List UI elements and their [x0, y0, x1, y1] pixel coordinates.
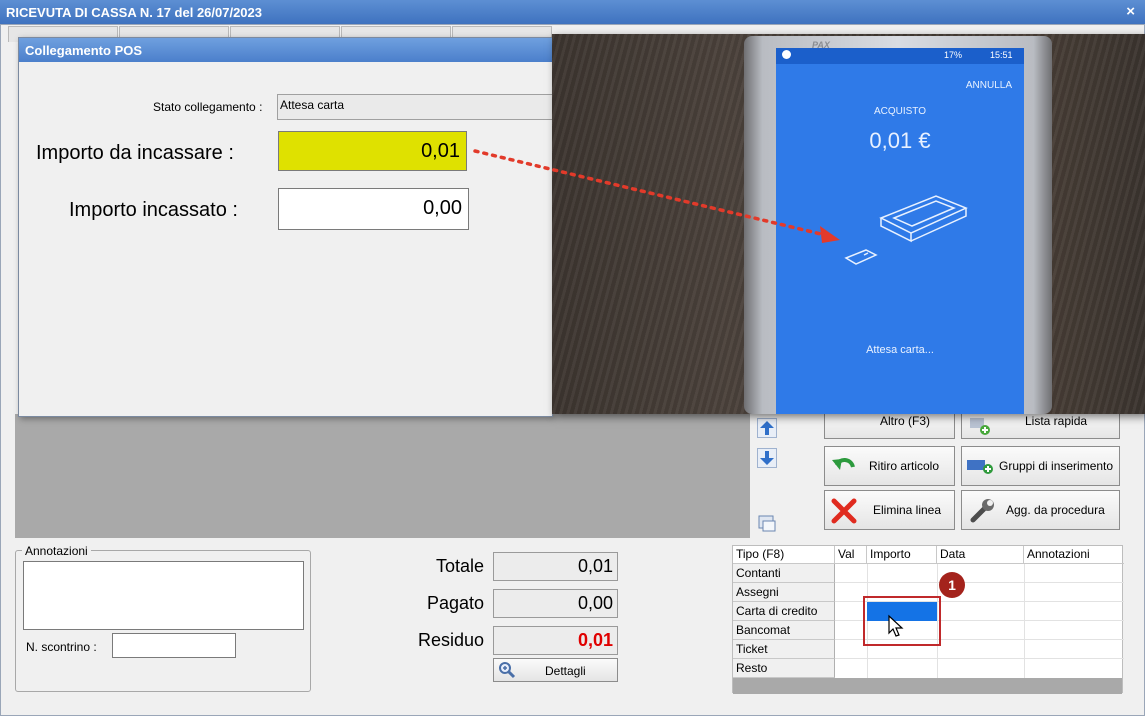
- lista-rapida-button-label: Lista rapida: [1025, 414, 1088, 428]
- status-dot-icon: [782, 50, 791, 59]
- annulla-link[interactable]: ANNULLA: [966, 80, 1012, 91]
- pagato-label: Pagato: [426, 593, 484, 613]
- residuo-value: 0,01: [493, 626, 618, 655]
- grid-header-importo[interactable]: Importo: [867, 546, 937, 564]
- grid-header-tipo[interactable]: Tipo (F8): [733, 546, 835, 564]
- annotazioni-textarea[interactable]: [23, 561, 304, 630]
- close-icon[interactable]: ×: [1126, 3, 1135, 20]
- undo-arrow-icon: [832, 458, 855, 470]
- phone-statusbar: 17% 15:51: [776, 48, 1024, 64]
- contactless-terminal-icon: [844, 195, 968, 265]
- wrench-icon: [970, 499, 994, 523]
- scontrino-label: N. scontrino :: [26, 640, 97, 654]
- gruppi-inserimento-button-label: Gruppi di inserimento: [999, 459, 1114, 473]
- totale-label: Totale: [435, 556, 484, 576]
- totale-value: 0,01: [493, 552, 618, 581]
- dettagli-button[interactable]: Dettagli: [493, 658, 618, 682]
- battery-percent: 17%: [944, 50, 963, 60]
- arrow-up-icon: [760, 421, 774, 435]
- importo-incassato-field[interactable]: 0,00: [278, 188, 469, 230]
- attesa-carta-message: Attesa carta...: [866, 344, 934, 356]
- acquisto-label: ACQUISTO: [873, 106, 927, 117]
- items-list-area: [15, 414, 750, 538]
- gruppi-inserimento-button[interactable]: Gruppi di inserimento: [961, 446, 1120, 486]
- delete-x-icon: [831, 498, 857, 524]
- residuo-label: Residuo: [417, 630, 484, 650]
- grid-footer: [733, 678, 1122, 694]
- pagato-value: 0,00: [493, 589, 618, 618]
- lista-rapida-button[interactable]: Lista rapida: [961, 411, 1120, 439]
- altro-button-label: Altro (F3): [880, 414, 931, 428]
- agg-procedura-button[interactable]: Agg. da procedura: [961, 490, 1120, 530]
- elimina-linea-button[interactable]: Elimina linea: [824, 490, 955, 530]
- grid-header-data[interactable]: Data: [937, 546, 1024, 564]
- status-time: 15:51: [990, 50, 1013, 60]
- detail-view-icon[interactable]: [757, 514, 777, 534]
- ritiro-articolo-button-label: Ritiro articolo: [869, 459, 940, 473]
- mouse-pointer-icon: [888, 614, 904, 637]
- importo-incassato-label: Importo incassato :: [69, 199, 238, 221]
- grid-row-contanti[interactable]: Contanti: [733, 564, 835, 583]
- grid-rule: [835, 582, 1124, 583]
- grid-col-rule: [1024, 564, 1025, 678]
- add-list-icon: [970, 418, 990, 435]
- importo-incassare-label: Importo da incassare :: [36, 142, 234, 164]
- dettagli-button-label: Dettagli: [545, 664, 586, 678]
- group-add-icon: [967, 460, 993, 474]
- altro-button[interactable]: Altro (F3): [824, 411, 955, 439]
- annotazioni-legend: Annotazioni: [22, 544, 91, 558]
- pos-dialog-title: Collegamento POS: [25, 43, 143, 58]
- grid-row-bancomat[interactable]: Bancomat: [733, 621, 835, 640]
- ritiro-articolo-button[interactable]: Ritiro articolo: [824, 446, 955, 486]
- zoom-icon: [499, 662, 516, 679]
- grid-row-ticket[interactable]: Ticket: [733, 640, 835, 659]
- move-down-button[interactable]: [757, 448, 777, 468]
- move-up-button[interactable]: [757, 418, 777, 438]
- dotted-arrow-icon: [473, 149, 840, 243]
- grid-row-assegni[interactable]: Assegni: [733, 583, 835, 602]
- arrow-down-icon: [760, 451, 774, 465]
- elimina-linea-button-label: Elimina linea: [873, 503, 942, 517]
- agg-procedura-button-label: Agg. da procedura: [1006, 503, 1105, 517]
- grid-row-carta-credito[interactable]: Carta di credito: [733, 602, 835, 621]
- grid-row-resto[interactable]: Resto: [733, 659, 835, 678]
- importo-incassare-field[interactable]: 0,01: [278, 131, 467, 171]
- pos-dialog-titlebar: Collegamento POS: [19, 38, 552, 62]
- step-badge: 1: [939, 572, 965, 598]
- main-window-title: RICEVUTA DI CASSA N. 17 del 26/07/2023: [6, 5, 263, 20]
- grid-header-val[interactable]: Val: [835, 546, 867, 564]
- main-window-titlebar: RICEVUTA DI CASSA N. 17 del 26/07/2023: [0, 0, 1145, 24]
- scontrino-input[interactable]: [112, 633, 236, 658]
- grid-rule: [835, 658, 1124, 659]
- stato-field: Attesa carta: [277, 94, 554, 120]
- stato-label: Stato collegamento :: [153, 100, 263, 114]
- grid-header-annotazioni[interactable]: Annotazioni: [1024, 546, 1124, 564]
